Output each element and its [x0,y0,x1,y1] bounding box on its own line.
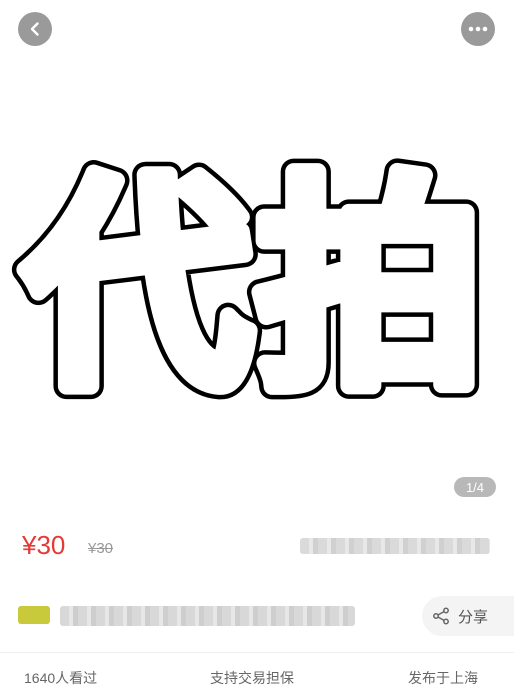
seller-badge [18,606,50,624]
share-button[interactable]: 分享 [422,596,514,636]
product-headline-fill: 代拍 [24,156,489,400]
more-dots-icon [468,26,488,32]
product-headline-graphic: 代拍 代拍 [11,143,496,400]
image-counter: 1/4 [454,477,496,497]
back-button[interactable] [18,12,52,46]
redacted-product-title [60,606,355,626]
current-price: ¥30 [22,530,66,560]
price-section: ¥30 ¥30 [0,520,514,580]
original-price: ¥30 [88,540,114,557]
post-location: 发布于上海 [408,670,478,686]
redacted-info [300,538,490,554]
share-label: 分享 [458,608,489,626]
stats-bar: 1640人看过 支持交易担保 发布于上海 [0,662,514,692]
trade-guarantee-label: 支持交易担保 [210,670,294,686]
share-icon [433,607,449,625]
divider [0,652,514,653]
view-count: 1640人看过 [24,670,98,686]
back-chevron-icon [30,22,39,36]
product-image-carousel[interactable]: 代拍 代拍 1/4 [0,0,514,510]
more-options-button[interactable] [461,12,495,46]
product-title-section: 分享 [0,592,514,642]
product-image: 代拍 代拍 [0,140,514,400]
